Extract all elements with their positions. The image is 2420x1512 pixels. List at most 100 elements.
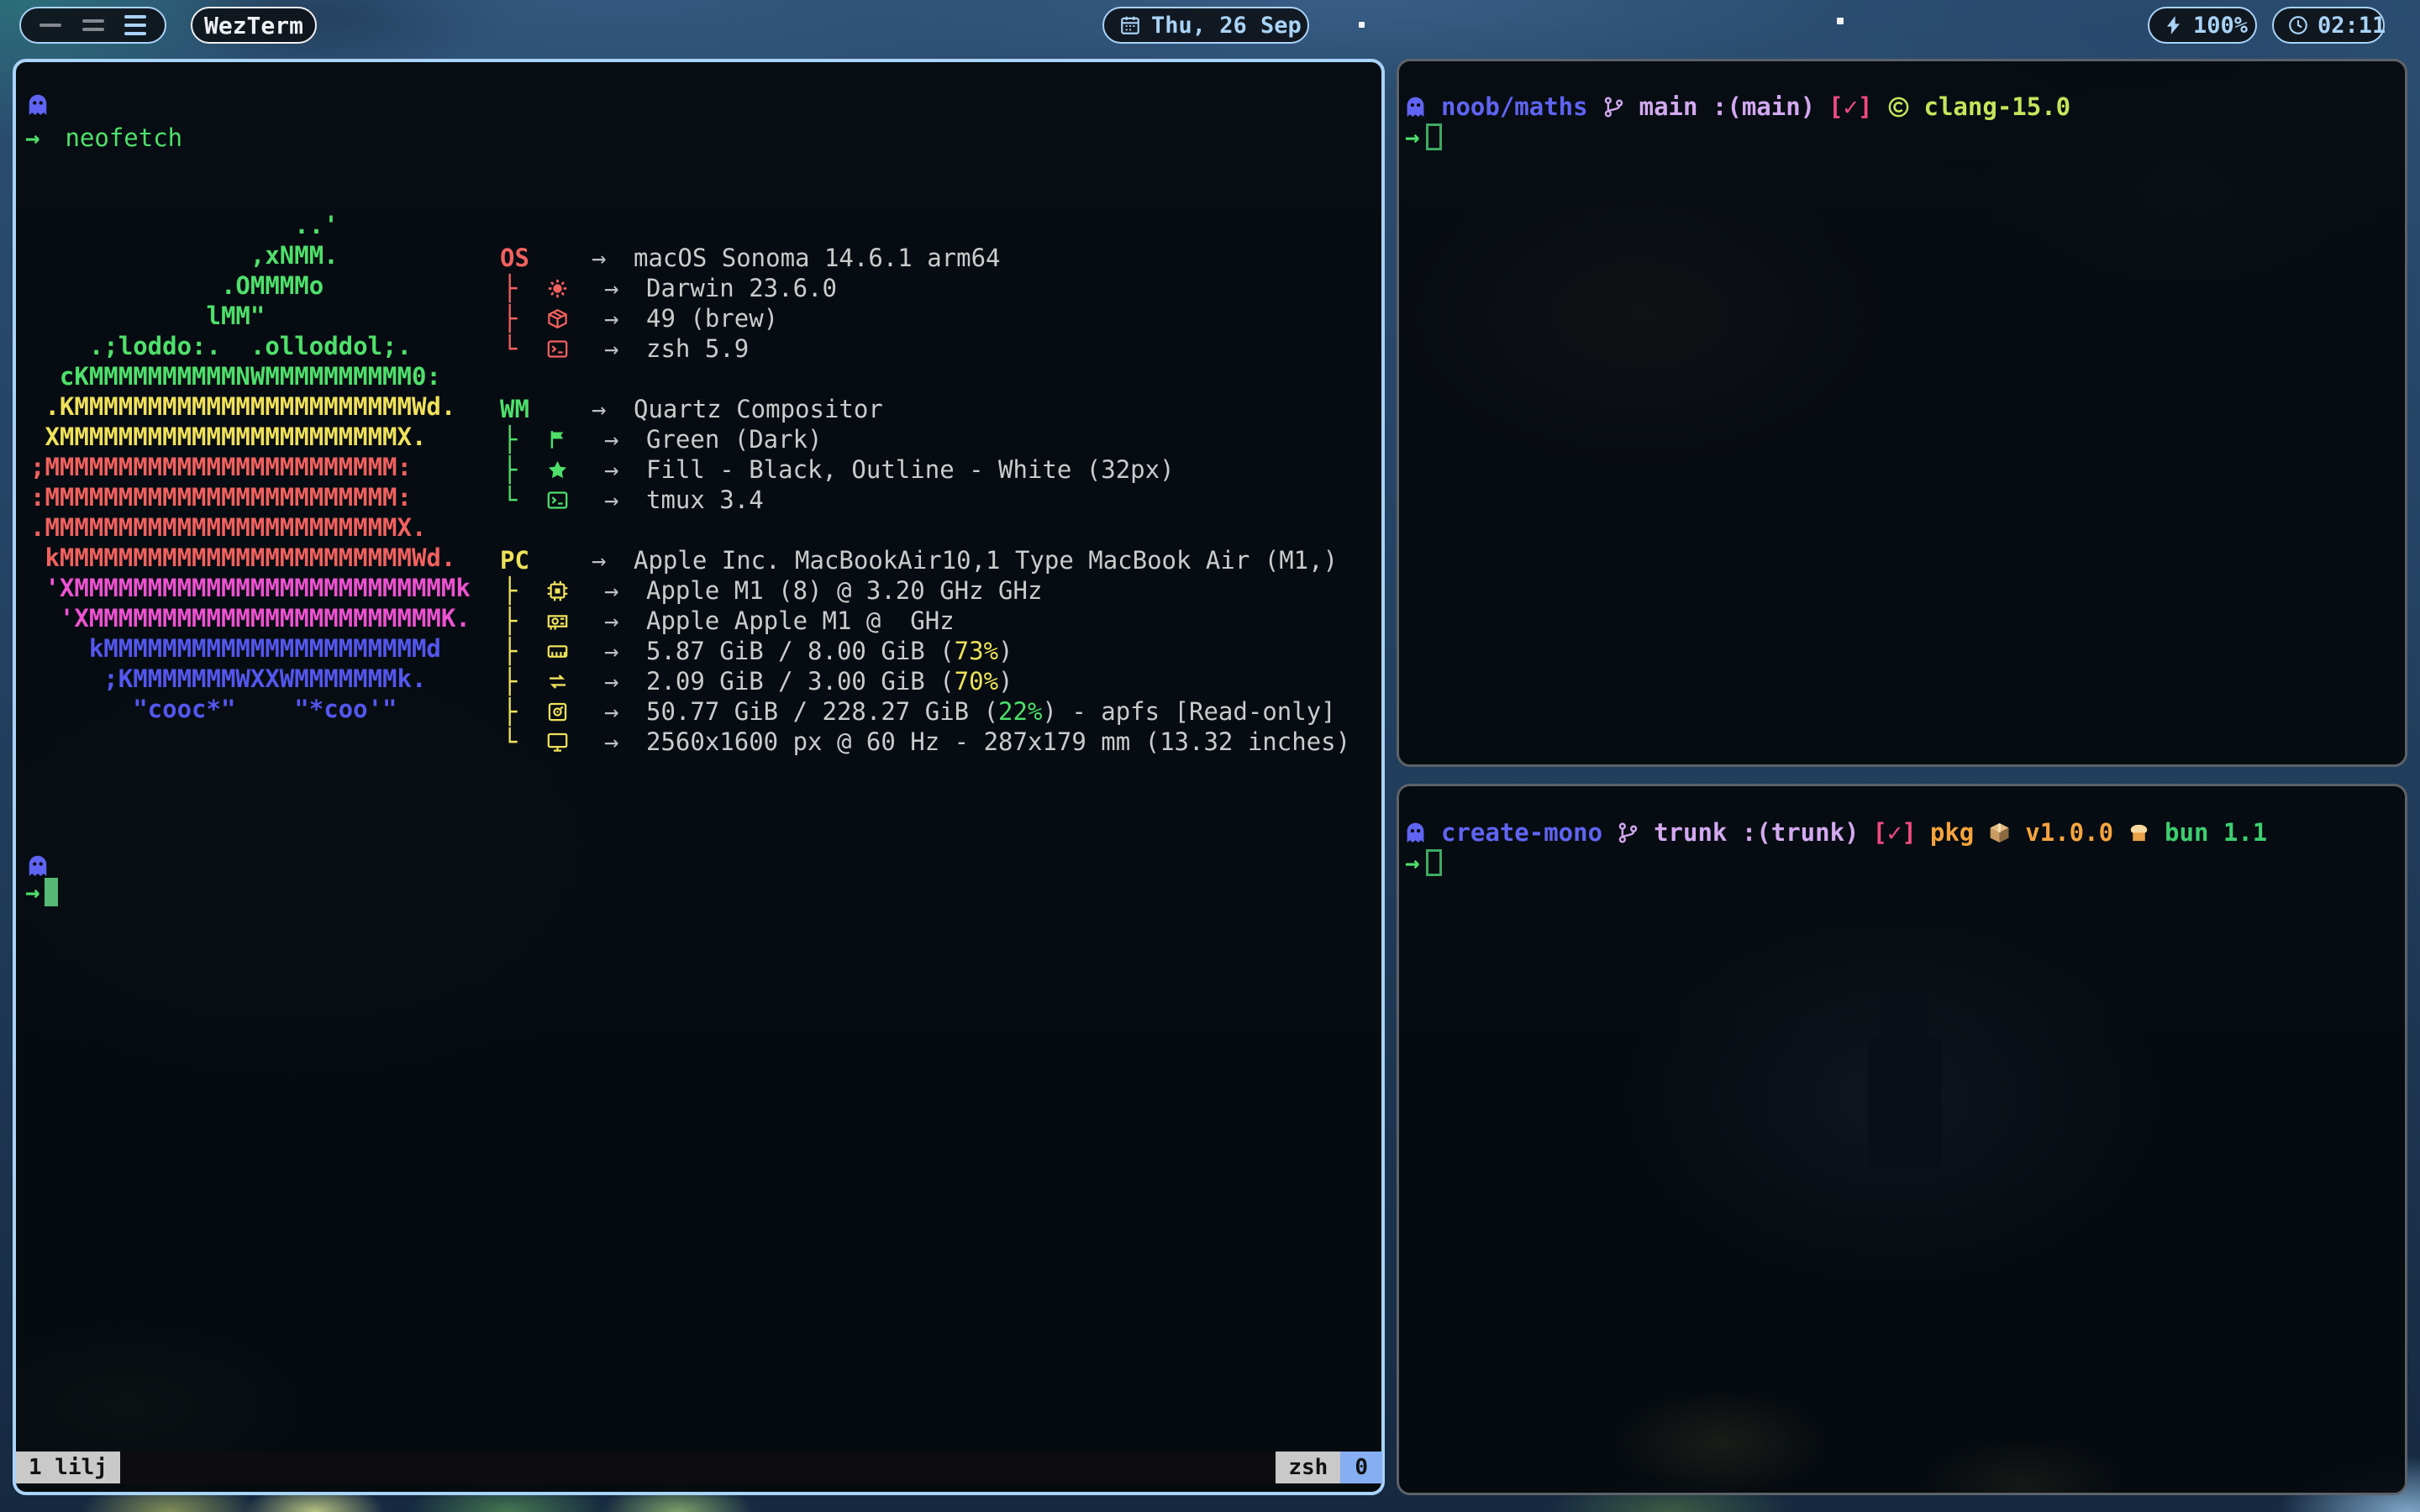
branch-icon bbox=[1616, 821, 1640, 845]
neofetch-row: ├→Apple Apple M1 @ GHz bbox=[500, 606, 1350, 636]
wallpaper-star bbox=[1359, 22, 1365, 28]
neofetch-row: ├→49 (brew) bbox=[500, 303, 1350, 333]
ascii-line: ;KMMMMMMMWXXWMMMMMMMk. bbox=[30, 664, 471, 694]
package-icon bbox=[546, 307, 569, 330]
neofetch-row: ├→2.09 GiB / 3.00 GiB (70%) bbox=[500, 666, 1350, 696]
prompt-arrow: → bbox=[25, 123, 39, 153]
neofetch-row: WM→Quartz Compositor bbox=[500, 394, 1350, 424]
prompt-line[interactable]: → bbox=[1405, 122, 1442, 152]
ghost-icon bbox=[1403, 821, 1428, 845]
prompt-token: create-mono bbox=[1441, 817, 1602, 848]
ascii-line: cKMMMMMMMMMMNWMMMMMMMMMM0: bbox=[30, 361, 471, 391]
tmux-bar-spacer bbox=[120, 1452, 1276, 1483]
ascii-line: .KMMMMMMMMMMMMMMMMMMMMMMMWd. bbox=[30, 391, 471, 422]
prompt-line[interactable]: → bbox=[1405, 848, 1442, 878]
neofetch-row: └→zsh 5.9 bbox=[500, 333, 1350, 364]
text-cursor bbox=[45, 878, 58, 906]
neofetch-row: PC→Apple Inc. MacBookAir10,1 Type MacBoo… bbox=[500, 545, 1350, 575]
cpu-icon bbox=[546, 580, 569, 602]
command-text: neofetch bbox=[65, 123, 182, 153]
date-label: Thu, 26 Sep bbox=[1151, 13, 1302, 39]
layout-split-icon[interactable] bbox=[82, 19, 104, 31]
wallpaper-star bbox=[1837, 18, 1844, 24]
neofetch-row: OS→macOS Sonoma 14.6.1 arm64 bbox=[500, 243, 1350, 273]
app-title: WezTerm bbox=[204, 12, 303, 39]
term-icon bbox=[546, 338, 569, 360]
ascii-line: .MMMMMMMMMMMMMMMMMMMMMMMMX. bbox=[30, 512, 471, 543]
neofetch-row: ├→5.87 GiB / 8.00 GiB (73%) bbox=[500, 636, 1350, 666]
neofetch-row: ├→Fill - Black, Outline - White (32px) bbox=[500, 454, 1350, 485]
box-icon bbox=[1987, 821, 2012, 845]
ascii-line: ;MMMMMMMMMMMMMMMMMMMMMMMM: bbox=[30, 452, 471, 482]
prompt-token: noob/maths bbox=[1441, 92, 1588, 122]
tmux-window-tab[interactable]: 1 lilj bbox=[16, 1452, 120, 1483]
rt-header: noob/mathsmain :(main)[✓]clang-15.0 bbox=[1403, 92, 2070, 122]
c-lang-icon bbox=[1886, 95, 1911, 119]
prompt-line[interactable]: → bbox=[25, 877, 58, 907]
term-icon bbox=[546, 489, 569, 512]
tmux-exit-code: 0 bbox=[1340, 1452, 1382, 1483]
ascii-line: XMMMMMMMMMMMMMMMMMMMMMMMX. bbox=[30, 422, 471, 452]
ghost-icon bbox=[25, 91, 50, 119]
gpu-icon bbox=[546, 610, 569, 633]
clock-pill: 02:11 bbox=[2272, 7, 2385, 44]
prompt-token: pkg bbox=[1930, 817, 1974, 848]
neofetch-section-pc: PC→Apple Inc. MacBookAir10,1 Type MacBoo… bbox=[500, 545, 1350, 757]
prompt-arrow: → bbox=[25, 877, 39, 907]
prompt-token: [✓] bbox=[1873, 817, 1917, 848]
prompt-arrow: → bbox=[1405, 848, 1419, 878]
ascii-line: 'XMMMMMMMMMMMMMMMMMMMMMMMMK. bbox=[30, 603, 471, 633]
ascii-line: .OMMMMo bbox=[30, 270, 471, 301]
bread-icon bbox=[2127, 821, 2151, 845]
prompt-token: v1.0.0 bbox=[2025, 817, 2113, 848]
layout-single-icon[interactable] bbox=[39, 24, 61, 27]
rb-header: create-mono trunk :(trunk) [✓] pkg v1.0.0 bun… bbox=[1403, 817, 2267, 848]
tmux-shell-label: zsh bbox=[1276, 1452, 1340, 1483]
prompt-token: clang-15.0 bbox=[1924, 92, 2071, 122]
neofetch-section-wm: WM→Quartz Compositor├→Green (Dark)├→Fill… bbox=[500, 394, 1350, 515]
disk-icon bbox=[546, 701, 569, 723]
battery-bolt-icon bbox=[2163, 14, 2185, 36]
battery-pill: 100% bbox=[2148, 7, 2257, 44]
prompt-arrow: → bbox=[1405, 122, 1419, 152]
clock-label: 02:11 bbox=[2317, 13, 2386, 39]
prompt-line: → neofetch bbox=[25, 123, 182, 153]
prompt-token: bun 1.1 bbox=[2165, 817, 2267, 848]
clock-icon bbox=[2287, 14, 2309, 36]
neofetch-row: ├→Apple M1 (8) @ 3.20 GHz GHz bbox=[500, 575, 1350, 606]
neofetch-row: ├→50.77 GiB / 228.27 GiB (22%) - apfs [R… bbox=[500, 696, 1350, 727]
tmux-status-bar: 1 lilj zsh 0 bbox=[16, 1452, 1382, 1483]
date-pill: Thu, 26 Sep bbox=[1102, 7, 1309, 44]
ghost-icon bbox=[25, 852, 50, 880]
flag-icon bbox=[546, 428, 569, 451]
star-icon bbox=[546, 459, 569, 481]
ascii-line: .;loddo:. .olloddol;. bbox=[30, 331, 471, 361]
neofetch-row: └→2560x1600 px @ 60 Hz - 287x179 mm (13.… bbox=[500, 727, 1350, 757]
display-icon bbox=[546, 731, 569, 753]
neofetch-row: ├→Darwin 23.6.0 bbox=[500, 273, 1350, 303]
swap-icon bbox=[546, 670, 569, 693]
ascii-line: kMMMMMMMMMMMMMMMMMMMMMMMMWd. bbox=[30, 543, 471, 573]
branch-icon bbox=[1602, 95, 1626, 119]
app-title-pill[interactable]: WezTerm bbox=[191, 7, 317, 44]
neofetch-info: OS→macOS Sonoma 14.6.1 arm64├→Darwin 23.… bbox=[500, 243, 1350, 787]
ascii-line: lMM" bbox=[30, 301, 471, 331]
ascii-line: :MMMMMMMMMMMMMMMMMMMMMMMM: bbox=[30, 482, 471, 512]
pane-right-bottom-terminal[interactable] bbox=[1397, 784, 2407, 1495]
pane-right-top-terminal[interactable] bbox=[1397, 59, 2407, 767]
ascii-line: ,xNMM. bbox=[30, 240, 471, 270]
ram-icon bbox=[546, 640, 569, 663]
neofetch-row: └→tmux 3.4 bbox=[500, 485, 1350, 515]
neofetch-ascii-art: ..' ,xNMM. .OMMMMo lMM" .;loddo:. .ollod… bbox=[30, 210, 471, 724]
ghost-icon bbox=[1403, 95, 1428, 119]
wallpaper-figure-head bbox=[1879, 988, 1928, 1038]
prompt-token: trunk :(trunk) bbox=[1654, 817, 1859, 848]
battery-label: 100% bbox=[2193, 13, 2248, 39]
ascii-line: ..' bbox=[30, 210, 471, 240]
neofetch-row: ├→Green (Dark) bbox=[500, 424, 1350, 454]
layout-stack-icon[interactable] bbox=[124, 15, 146, 35]
desktop: WezTerm Thu, 26 Sep 100% 02:11 → neofetch… bbox=[0, 0, 2420, 1512]
prompt-token: [✓] bbox=[1828, 92, 1872, 122]
wallpaper-figure-body bbox=[1868, 1038, 1942, 1168]
window-controls[interactable] bbox=[19, 7, 166, 44]
